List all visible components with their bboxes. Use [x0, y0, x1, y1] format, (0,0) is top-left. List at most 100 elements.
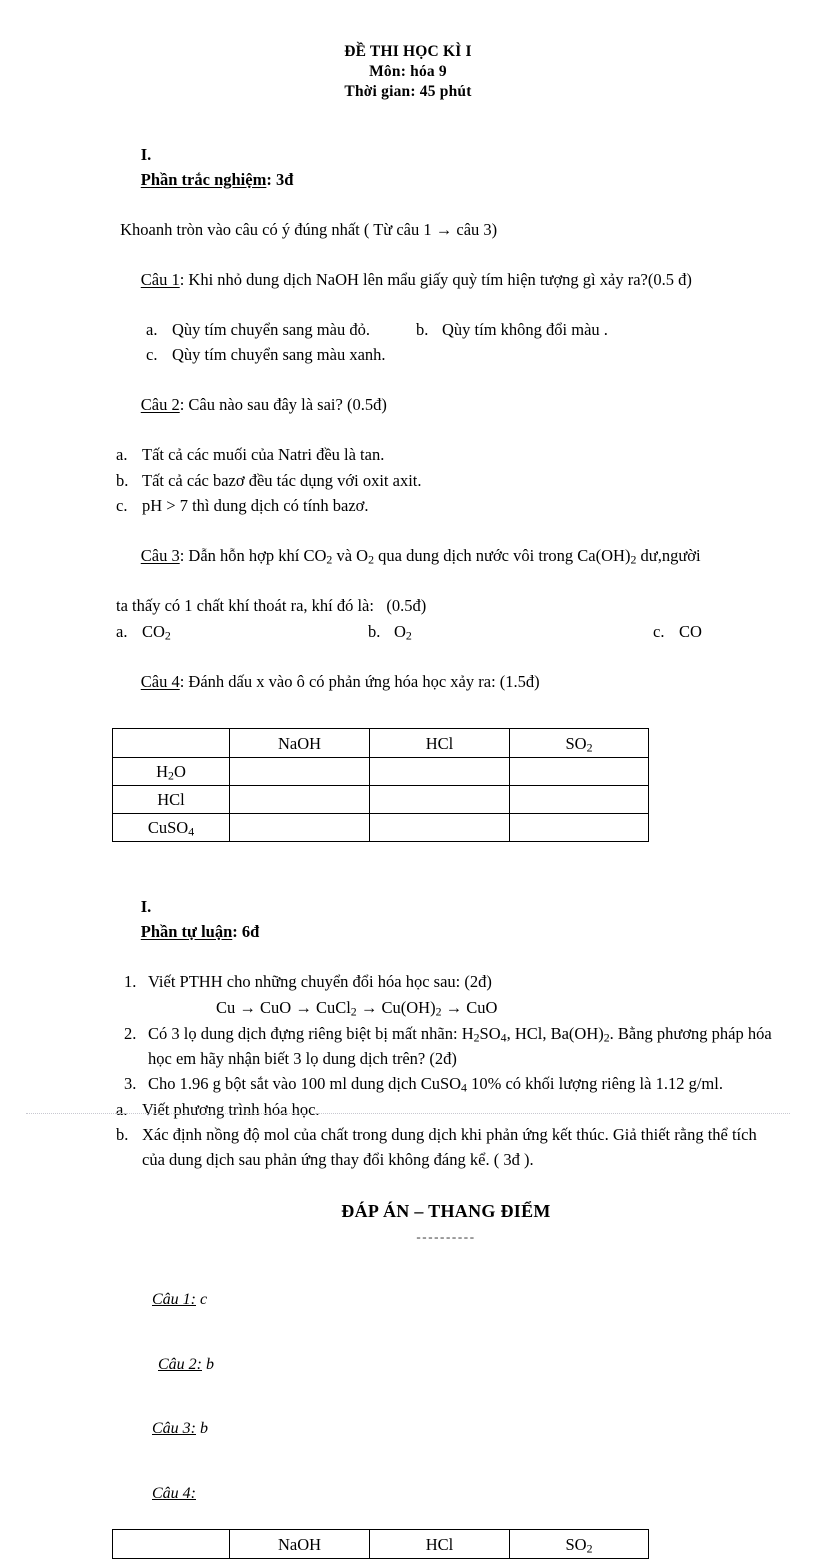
question-2-option-c[interactable]: c. pH > 7 thì dung dịch có tính bazơ. [116, 493, 776, 518]
question-3-text-line-2: ta thấy có 1 chất khí thoát ra, khí đó l… [116, 596, 427, 616]
option-a-letter: a. [116, 445, 128, 465]
essay-item-3a: a. Viết phương trình hóa học. [116, 1097, 776, 1122]
option-a-text: CO [142, 621, 165, 641]
reaction-chain: Cu → CuO → CuCl2 → Cu(OH)2 → CuO [116, 995, 776, 1021]
question-3-part-1: : Dẫn hỗn hợp khí CO [179, 545, 327, 565]
section-multiple-choice-heading: I. Phần trắc nghiệm: 3đ [116, 116, 776, 216]
item-3-line-2: g/ml. [688, 1074, 723, 1094]
question-1-option-c[interactable]: c. Qùy tím chuyển sang màu xanh. [146, 342, 416, 367]
section2-title: Phần tự luận [140, 921, 233, 941]
table-cell[interactable] [229, 785, 370, 815]
answer-3-value: b [196, 1420, 208, 1438]
subscript-2: 2 [164, 628, 171, 643]
exam-page: ĐỀ THI HỌC KÌ I Môn: hóa 9 Thời gian: 45… [0, 0, 816, 1559]
item-2-part-3: , HCl, Ba(OH) [506, 1023, 604, 1043]
answer-item-3: Câu 3: b [120, 1397, 776, 1462]
item-3-number: 3. [124, 1074, 137, 1094]
question-3-part-3: qua dung dịch nước vôi trong Ca(OH) [374, 545, 631, 565]
item-3b-text: Xác định nồng độ mol của chất trong dung… [142, 1122, 776, 1172]
answer-key-title: ĐÁP ÁN – THANG ĐIỂM [341, 1201, 551, 1222]
table-cell[interactable] [369, 757, 510, 787]
answer-3-label: Câu 3: [152, 1420, 196, 1438]
answer-2-label: Câu 2: [158, 1355, 202, 1373]
arrow-icon: → [295, 997, 312, 1017]
question-2-text: Câu 2: Câu nào sau đây là sai? (0.5đ) [116, 367, 776, 442]
table-cell[interactable] [229, 757, 370, 787]
table-cell[interactable] [509, 785, 649, 815]
option-b-letter: b. [416, 320, 429, 340]
table-corner-cell [112, 728, 230, 759]
question-2-option-a[interactable]: a. Tất cả các muối của Natri đều là tan. [116, 442, 776, 467]
answer-key-list: Câu 1: c Câu 2: b Câu 3: b Câu 4: [116, 1267, 776, 1526]
question-1-option-b[interactable]: b. Qùy tím không đổi màu . [416, 317, 696, 342]
exam-title: ĐỀ THI HỌC KÌ I [344, 43, 472, 60]
answer-key-matrix-table: NaOH HCl SO2 [112, 1529, 649, 1559]
answer-item-2: Câu 2: b [120, 1332, 776, 1397]
question-1-options-row-1: a. Qùy tím chuyển sang màu đỏ. b. Qùy tím … [116, 317, 776, 342]
option-b-text: Tất cả các bazơ đều tác dụng với oxit ax… [142, 470, 422, 490]
item-3-part-2: 10% có khối lượng riêng là 1.12 [466, 1074, 685, 1094]
section1-roman: I. [140, 144, 152, 164]
section2-roman: I. [140, 896, 152, 916]
section2-points: : 6đ [232, 921, 260, 941]
question-2-label: Câu 2 [140, 395, 180, 415]
arrow-icon: → [445, 997, 463, 1017]
question-1-option-a[interactable]: a. Qùy tím chuyển sang màu đỏ. [146, 317, 416, 342]
table-row: H2O [112, 757, 649, 787]
subscript-2: 2 [405, 628, 412, 643]
table-cell[interactable] [369, 785, 510, 815]
item-2-part-1: Có 3 lọ dung dịch đựng riêng biệt bị mất… [148, 1023, 474, 1043]
answer-1-label: Câu 1: [152, 1290, 196, 1308]
question-3-part-4: dư,người [636, 545, 701, 565]
item-2-text: Có 3 lọ dung dịch đựng riêng biệt bị mất… [148, 1021, 776, 1072]
item-3a-text: Viết phương trình hóa học. [142, 1099, 320, 1119]
question-4-text: Câu 4: Đánh dấu x vào ô có phản ứng hóa … [116, 644, 776, 719]
item-3-part-1: Cho 1.96 g bột sắt vào 100 ml dung dịch … [148, 1074, 462, 1094]
option-c-text: Qùy tím chuyển sang màu xanh. [172, 345, 386, 365]
table-cell[interactable] [509, 813, 649, 843]
table-row-label-h2o: H2O [112, 757, 230, 787]
answer-1-value: c [196, 1290, 208, 1308]
arrow-icon: → [360, 997, 378, 1017]
table-header-row: NaOH HCl SO2 [112, 728, 649, 759]
question-3-option-b[interactable]: b. O2 [368, 619, 653, 645]
question-3-option-c[interactable]: c. CO [653, 619, 702, 645]
document-header: ĐỀ THI HỌC KÌ I Môn: hóa 9 Thời gian: 45… [0, 42, 816, 102]
question-3-option-a[interactable]: a. CO2 [116, 619, 368, 645]
section1-points: : 3đ [266, 169, 294, 189]
section1-instruction: Khoanh tròn vào câu có ý đúng nhất ( Từ … [116, 219, 498, 239]
table-header-so2: SO2 [509, 728, 649, 759]
question-1-text: Câu 1: Khi nhỏ dung dịch NaOH lên mẩu gi… [116, 242, 776, 317]
option-b-text: O [394, 621, 406, 641]
chain-species-cuoh2: Cu(OH)2 [381, 997, 442, 1019]
table-row: HCl [112, 785, 649, 815]
question-3-text-line-1: Câu 3: Dẫn hỗn hợp khí CO2 và O2 qua dun… [116, 518, 776, 594]
question-2-body: : Câu nào sau đây là sai? (0.5đ) [179, 395, 387, 415]
option-a-letter: a. [116, 621, 128, 641]
section-essay-heading: I. Phần tự luận: 6đ [116, 868, 776, 968]
table-cell[interactable] [369, 813, 510, 843]
exam-body: I. Phần trắc nghiệm: 3đ Khoanh tròn vào … [0, 116, 816, 1559]
table-row-label-hcl: HCl [112, 785, 230, 815]
option-c-letter: c. [653, 621, 665, 641]
table-cell[interactable] [509, 757, 649, 787]
table-corner-cell [112, 1529, 230, 1559]
option-a-text: Tất cả các muối của Natri đều là tan. [142, 445, 385, 465]
table-cell[interactable] [229, 813, 370, 843]
answer-2-value: b [202, 1355, 214, 1373]
question-4-body: : Đánh dấu x vào ô có phản ứng hóa học x… [179, 672, 540, 692]
item-1-text: Viết PTHH cho những chuyển đổi hóa học s… [148, 971, 492, 991]
question-3-part-2: và O [332, 545, 369, 565]
question-1-options-row-2: c. Qùy tím chuyển sang màu xanh. [116, 342, 776, 367]
table-header-naoh: NaOH [229, 728, 370, 759]
essay-item-3b: b. Xác định nồng độ mol của chất trong d… [116, 1122, 776, 1172]
item-2-part-2: SO [479, 1023, 501, 1043]
item-3a-mark: a. [116, 1099, 128, 1119]
table-row: CuSO4 [112, 813, 649, 843]
reaction-matrix-table: NaOH HCl SO2 H2O HCl CuSO4 [112, 728, 649, 843]
table-header-row: NaOH HCl SO2 [112, 1529, 649, 1559]
question-2-option-b[interactable]: b. Tất cả các bazơ đều tác dụng với oxit… [116, 468, 776, 493]
option-a-text: Qùy tím chuyển sang màu đỏ. [172, 320, 370, 340]
item-3b-mark: b. [116, 1124, 129, 1144]
option-c-text: CO [679, 621, 702, 641]
